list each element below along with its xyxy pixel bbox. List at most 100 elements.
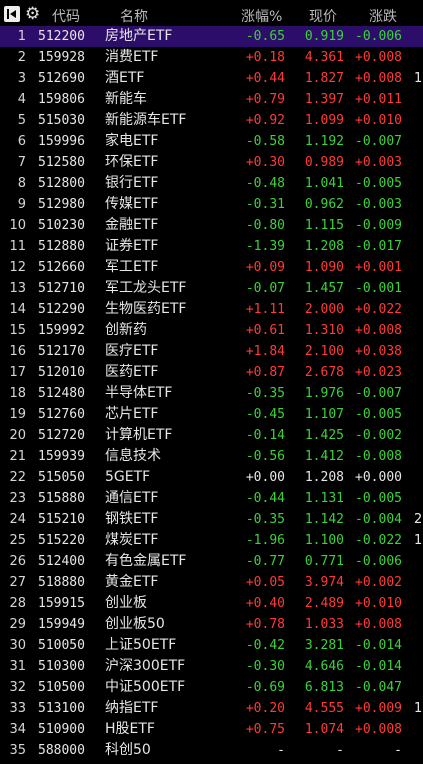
security-code: 510230 [38,218,85,233]
price-change: +0.038 [355,344,402,359]
security-name: 芯片ETF [105,406,159,422]
col-price-header[interactable]: 现价 [309,6,337,26]
security-name: 金融ETF [105,217,159,233]
current-price: 1.033 [304,617,344,632]
table-row[interactable]: 17 512010 医药ETF +0.87 2.678 +0.023 [0,362,423,383]
security-name: 新能源车ETF [105,112,187,128]
row-index: 31 [9,659,26,674]
col-code-header[interactable]: 代码 [52,6,80,26]
security-code: 515030 [38,113,85,128]
change-percent: -1.39 [245,239,285,254]
security-name: 上证50ETF [105,637,177,653]
table-row[interactable]: 10 510230 金融ETF -0.80 1.115 -0.009 [0,215,423,236]
table-row[interactable]: 30 510050 上证50ETF -0.42 3.281 -0.014 [0,635,423,656]
table-row[interactable]: 22 515050 5GETF +0.00 1.208 +0.000 [0,467,423,488]
table-row[interactable]: 1 512200 房地产ETF -0.65 0.919 -0.006 [0,26,423,47]
price-change: -0.005 [355,176,402,191]
security-code: 512880 [38,239,85,254]
row-index: 7 [17,155,26,170]
row-extra: 2 [414,512,423,527]
current-price: 1.074 [304,722,344,737]
table-row[interactable]: 23 515880 通信ETF -0.44 1.131 -0.005 [0,488,423,509]
price-change: -0.006 [355,554,402,569]
table-row[interactable]: 9 512980 传媒ETF -0.31 0.962 -0.003 [0,194,423,215]
table-row[interactable]: 31 510300 沪深300ETF -0.30 4.646 -0.014 [0,656,423,677]
table-row[interactable]: 18 512480 半导体ETF -0.35 1.976 -0.007 [0,383,423,404]
security-name: 纳指ETF [105,700,159,716]
back-to-start-icon[interactable] [4,6,20,22]
change-percent: -1.96 [245,533,285,548]
security-code: 512720 [38,428,85,443]
table-row[interactable]: 21 159939 信息技术 -0.56 1.412 -0.008 [0,446,423,467]
table-row[interactable]: 33 513100 纳指ETF +0.20 4.555 +0.009 1 [0,698,423,719]
col-chg-header[interactable]: 涨跌 [369,6,397,26]
security-code: 159915 [38,596,85,611]
table-row[interactable]: 6 159996 家电ETF -0.58 1.192 -0.007 [0,131,423,152]
price-change: +0.000 [355,470,402,485]
table-row[interactable]: 29 159949 创业板50 +0.78 1.033 +0.008 [0,614,423,635]
row-index: 6 [17,134,26,149]
table-row[interactable]: 28 159915 创业板 +0.40 2.489 +0.010 [0,593,423,614]
change-percent: +0.78 [245,617,285,632]
table-row[interactable]: 8 512800 银行ETF -0.48 1.041 -0.005 [0,173,423,194]
security-name: 计算机ETF [105,427,173,443]
security-name: 新能车 [105,91,147,107]
table-row[interactable]: 13 512710 军工龙头ETF -0.07 1.457 -0.001 [0,278,423,299]
table-row[interactable]: 26 512400 有色金属ETF -0.77 0.771 -0.006 [0,551,423,572]
current-price: 1.107 [304,407,344,422]
table-row[interactable]: 12 512660 军工ETF +0.09 1.090 +0.001 [0,257,423,278]
security-name: 沪深300ETF [105,658,186,674]
current-price: 4.555 [304,701,344,716]
security-code: 512290 [38,302,85,317]
row-index: 17 [9,365,26,380]
security-name: 房地产ETF [105,28,173,44]
table-row[interactable]: 14 512290 生物医药ETF +1.11 2.000 +0.022 [0,299,423,320]
price-change: +0.003 [355,155,402,170]
security-name: 银行ETF [105,175,159,191]
security-name: 军工龙头ETF [105,280,187,296]
price-change: -0.047 [355,680,402,695]
table-row[interactable]: 11 512880 证券ETF -1.39 1.208 -0.017 [0,236,423,257]
price-change: +0.023 [355,365,402,380]
row-index: 32 [9,680,26,695]
table-row[interactable]: 24 515210 钢铁ETF -0.35 1.142 -0.004 2 [0,509,423,530]
security-code: 515050 [38,470,85,485]
security-code: 159996 [38,134,85,149]
gear-icon[interactable]: ⚙ [25,4,40,24]
table-row[interactable]: 15 159992 创新药 +0.61 1.310 +0.008 [0,320,423,341]
table-row[interactable]: 19 512760 芯片ETF -0.45 1.107 -0.005 [0,404,423,425]
security-name: 军工ETF [105,259,159,275]
row-index: 9 [17,197,26,212]
table-row[interactable]: 27 518880 黄金ETF +0.05 3.974 +0.002 [0,572,423,593]
table-row[interactable]: 2 159928 消费ETF +0.18 4.361 +0.008 [0,47,423,68]
change-percent: +0.20 [245,701,285,716]
price-change: -0.009 [355,218,402,233]
table-row[interactable]: 3 512690 酒ETF +0.44 1.827 +0.008 1 [0,68,423,89]
table-row[interactable]: 16 512170 医疗ETF +1.84 2.100 +0.038 [0,341,423,362]
col-name-header[interactable]: 名称 [120,6,148,26]
row-index: 1 [17,29,26,44]
table-row[interactable]: 7 512580 环保ETF +0.30 0.989 +0.003 [0,152,423,173]
change-percent: +0.75 [245,722,285,737]
row-extra: 1 [414,701,423,716]
current-price: 0.771 [304,554,344,569]
security-name: 通信ETF [105,490,159,506]
security-name: 消费ETF [105,49,159,65]
security-name: 生物医药ETF [105,301,187,317]
table-row[interactable]: 32 510500 中证500ETF -0.69 6.813 -0.047 [0,677,423,698]
price-change: -0.004 [355,512,402,527]
table-row[interactable]: 20 512720 计算机ETF -0.14 1.425 -0.002 [0,425,423,446]
col-pct-header[interactable]: 涨幅% [241,6,282,26]
security-name: 传媒ETF [105,196,159,212]
table-row[interactable]: 35 588000 科创50 - - - [0,740,423,761]
security-code: 512660 [38,260,85,275]
table-row[interactable]: 25 515220 煤炭ETF -1.96 1.100 -0.022 1 [0,530,423,551]
table-row[interactable]: 4 159806 新能车 +0.79 1.397 +0.011 [0,89,423,110]
price-change: +0.008 [355,722,402,737]
price-change: -0.017 [355,239,402,254]
security-code: 510300 [38,659,85,674]
table-row[interactable]: 5 515030 新能源车ETF +0.92 1.099 +0.010 [0,110,423,131]
table-row[interactable]: 34 510900 H股ETF +0.75 1.074 +0.008 [0,719,423,740]
security-code: 512580 [38,155,85,170]
change-percent: +0.79 [245,92,285,107]
